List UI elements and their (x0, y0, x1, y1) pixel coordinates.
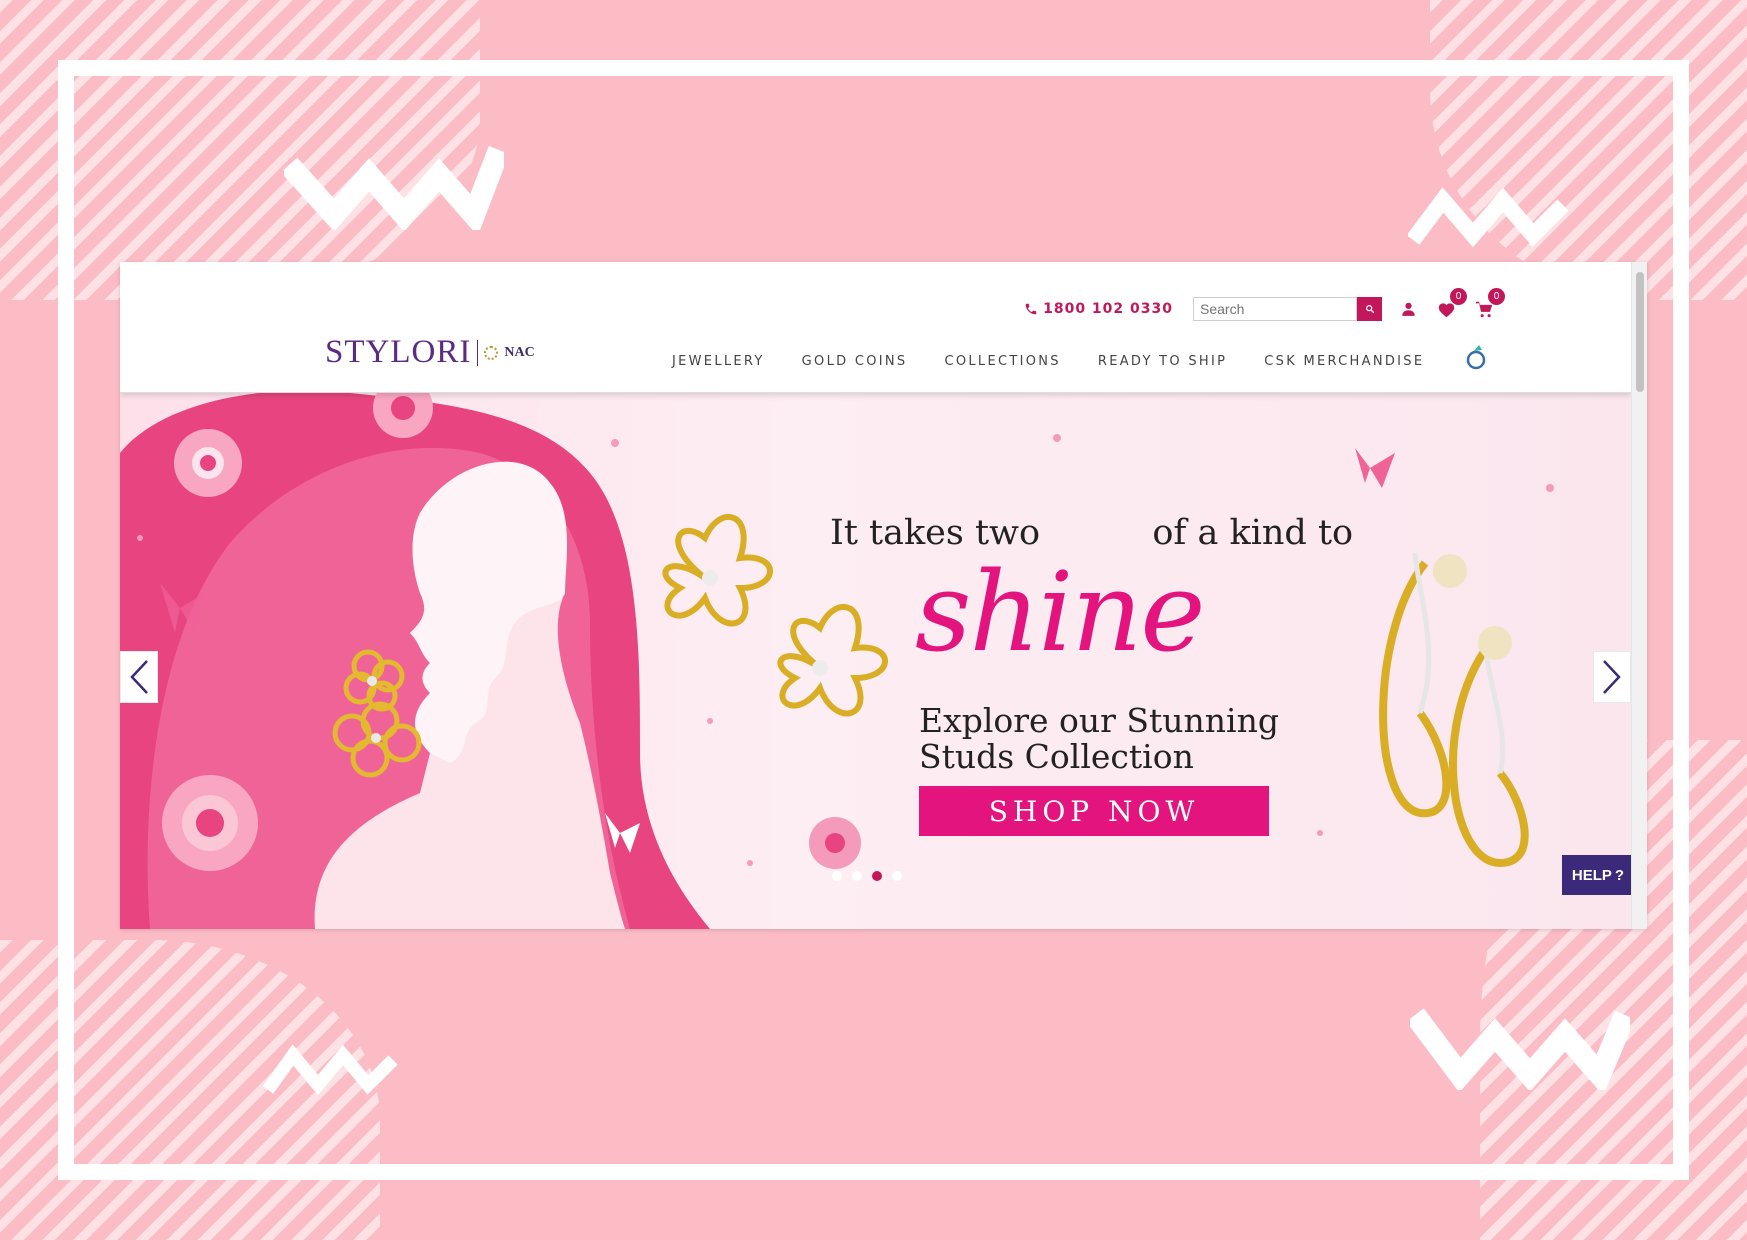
logo-text: STYLORI (325, 334, 472, 370)
chevron-right-icon (1603, 660, 1621, 694)
zigzag-decoration (284, 146, 504, 230)
carousel-dot-active[interactable] (872, 871, 882, 881)
scrollbar-thumb[interactable] (1636, 272, 1644, 392)
phone-label: 1800 102 0330 (1043, 301, 1173, 317)
help-button[interactable]: HELP ? (1562, 855, 1631, 895)
help-label: HELP (1571, 866, 1612, 884)
search-input[interactable] (1193, 297, 1357, 321)
account-button[interactable] (1396, 297, 1420, 321)
chevron-left-icon (130, 660, 148, 694)
logo-divider (477, 339, 479, 366)
brand-logo[interactable]: STYLORI NAC (325, 334, 535, 371)
nav-item-ready-to-ship[interactable]: READY TO SHIP (1098, 354, 1227, 369)
carousel-prev-button[interactable] (120, 651, 158, 703)
banner-artwork (120, 393, 1554, 929)
carousel-next-button[interactable] (1593, 651, 1631, 703)
search-box (1193, 297, 1382, 321)
search-icon (1365, 305, 1374, 314)
zigzag-decoration (263, 1044, 398, 1095)
shop-now-button[interactable]: SHOP NOW (919, 786, 1269, 836)
nav-item-csk-merchandise[interactable]: CSK MERCHANDISE (1264, 354, 1424, 369)
user-icon (1401, 302, 1415, 316)
carousel-dot[interactable] (892, 871, 902, 881)
website-window: STYLORI NAC 1800 102 0330 0 (120, 262, 1647, 929)
top-utility-bar: 1800 102 0330 0 0 (1024, 288, 1505, 321)
phone-icon (1025, 303, 1037, 315)
subheadline-line2: Studs Collection (919, 737, 1194, 776)
wishlist-button[interactable]: 0 (1434, 288, 1467, 321)
search-button[interactable] (1357, 297, 1382, 321)
headline-part-left: It takes two (830, 513, 1041, 553)
phone-number[interactable]: 1800 102 0330 (1024, 301, 1173, 317)
hero-banner[interactable]: It takes two of a kind to shine Explore … (120, 393, 1631, 929)
logo-emblem-icon (484, 345, 499, 360)
site-header: STYLORI NAC 1800 102 0330 0 (120, 262, 1631, 393)
banner-headline-line1: It takes two of a kind to (830, 513, 1353, 553)
headline-part-right: of a kind to (1152, 513, 1354, 553)
carousel-indicators (832, 871, 902, 881)
nav-item-jewellery[interactable]: JEWELLERY (672, 354, 765, 369)
nav-item-gold-coins[interactable]: GOLD COINS (802, 354, 908, 369)
zigzag-decoration (1410, 1008, 1630, 1090)
zigzag-decoration (1408, 187, 1568, 248)
carousel-dot[interactable] (852, 871, 862, 881)
cart-button[interactable]: 0 (1472, 288, 1505, 321)
vertical-scrollbar[interactable] (1631, 262, 1647, 929)
nav-item-collections[interactable]: COLLECTIONS (944, 354, 1060, 369)
main-navigation: JEWELLERY GOLD COINS COLLECTIONS READY T… (672, 354, 1424, 369)
logo-subtext: NAC (504, 344, 535, 360)
carousel-dot[interactable] (832, 871, 842, 881)
ring-icon[interactable] (1465, 342, 1489, 372)
banner-subheadline: Explore our Stunning Studs Collection (919, 703, 1279, 775)
banner-shine-word: shine (915, 548, 1205, 676)
wishlist-count-badge: 0 (1450, 288, 1467, 305)
subheadline-line1: Explore our Stunning (919, 701, 1279, 740)
help-question-icon: ? (1614, 866, 1625, 884)
cart-count-badge: 0 (1488, 288, 1505, 305)
